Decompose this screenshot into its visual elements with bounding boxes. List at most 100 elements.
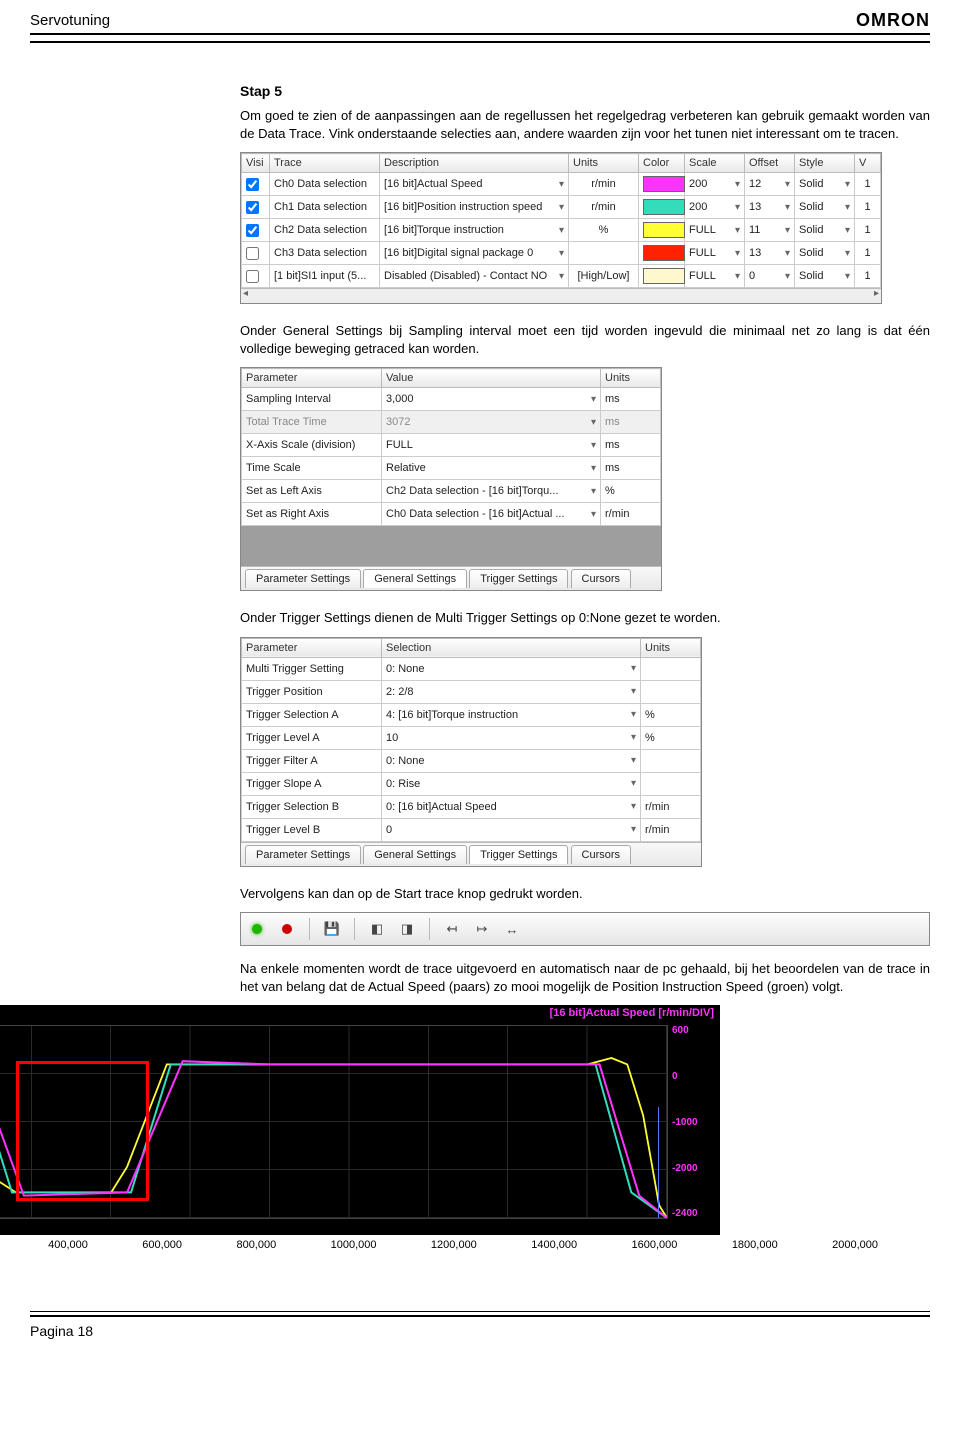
col-v[interactable]: V — [855, 154, 881, 173]
tab-cursors[interactable]: Cursors — [571, 569, 632, 588]
cursor-left-icon[interactable]: ↤ — [442, 919, 462, 939]
value-cell[interactable]: 3,000▾ — [382, 388, 601, 411]
col-scale[interactable]: Scale — [685, 154, 745, 173]
style-cell[interactable]: Solid▾ — [795, 196, 855, 219]
chart-cursor-right[interactable] — [658, 1107, 659, 1218]
color-cell[interactable] — [639, 196, 685, 219]
table-row[interactable]: Time ScaleRelative▾ms — [242, 457, 661, 480]
tab2-param-settings[interactable]: Parameter Settings — [245, 845, 361, 864]
desc-cell[interactable]: Disabled (Disabled) - Contact NO▾ — [380, 265, 569, 288]
value-cell[interactable]: 3072▾ — [382, 411, 601, 434]
gs-value[interactable]: Value — [382, 369, 601, 388]
scale-cell[interactable]: FULL▾ — [685, 219, 745, 242]
horizontal-scrollbar[interactable] — [241, 288, 881, 303]
table-row[interactable]: Trigger Level A10▾% — [242, 726, 701, 749]
ts-sel[interactable]: Selection — [382, 638, 641, 657]
sel-cell[interactable]: 0: None▾ — [382, 657, 641, 680]
table-row[interactable]: Ch3 Data selection[16 bit]Digital signal… — [242, 242, 881, 265]
tab2-trigger-settings[interactable]: Trigger Settings — [469, 845, 568, 864]
color-cell[interactable] — [639, 173, 685, 196]
stop-trace-button[interactable] — [277, 919, 297, 939]
offset-cell[interactable]: 12▾ — [745, 173, 795, 196]
page-number: Pagina 18 — [30, 1323, 930, 1339]
tab-trigger-settings[interactable]: Trigger Settings — [469, 569, 568, 588]
style-cell[interactable]: Solid▾ — [795, 265, 855, 288]
sel-cell[interactable]: 0: None▾ — [382, 749, 641, 772]
sel-cell[interactable]: 0▾ — [382, 818, 641, 841]
offset-cell[interactable]: 13▾ — [745, 242, 795, 265]
offset-cell[interactable]: 11▾ — [745, 219, 795, 242]
sel-cell[interactable]: 10▾ — [382, 726, 641, 749]
table-row[interactable]: X-Axis Scale (division)FULL▾ms — [242, 434, 661, 457]
col-offset[interactable]: Offset — [745, 154, 795, 173]
table-row[interactable]: Sampling Interval3,000▾ms — [242, 388, 661, 411]
offset-cell[interactable]: 0▾ — [745, 265, 795, 288]
sel-cell[interactable]: 0: [16 bit]Actual Speed▾ — [382, 795, 641, 818]
tool-a-icon[interactable]: ◧ — [367, 919, 387, 939]
col-desc[interactable]: Description — [380, 154, 569, 173]
scale-cell[interactable]: FULL▾ — [685, 242, 745, 265]
sel-cell[interactable]: 4: [16 bit]Torque instruction▾ — [382, 703, 641, 726]
value-cell[interactable]: FULL▾ — [382, 434, 601, 457]
col-visi[interactable]: Visi — [242, 154, 270, 173]
style-cell[interactable]: Solid▾ — [795, 242, 855, 265]
tab-param-settings[interactable]: Parameter Settings — [245, 569, 361, 588]
col-color[interactable]: Color — [639, 154, 685, 173]
sel-cell[interactable]: 0: Rise▾ — [382, 772, 641, 795]
style-cell[interactable]: Solid▾ — [795, 173, 855, 196]
ts-param[interactable]: Parameter — [242, 638, 382, 657]
param-cell: Total Trace Time — [242, 411, 382, 434]
tab-general-settings[interactable]: General Settings — [363, 569, 467, 588]
table-row[interactable]: Trigger Position2: 2/8▾ — [242, 680, 701, 703]
table-row[interactable]: Ch0 Data selection[16 bit]Actual Speed▾r… — [242, 173, 881, 196]
table-row[interactable]: Trigger Level B0▾r/min — [242, 818, 701, 841]
table-row[interactable]: Trigger Selection B0: [16 bit]Actual Spe… — [242, 795, 701, 818]
table-row[interactable]: [1 bit]SI1 input (5...Disabled (Disabled… — [242, 265, 881, 288]
general-tabbar: Parameter Settings General Settings Trig… — [241, 566, 661, 590]
start-trace-button[interactable] — [247, 919, 267, 939]
visi-checkbox[interactable] — [242, 265, 270, 288]
save-button[interactable]: 💾 — [322, 919, 342, 939]
sel-cell[interactable]: 2: 2/8▾ — [382, 680, 641, 703]
color-cell[interactable] — [639, 219, 685, 242]
offset-cell[interactable]: 13▾ — [745, 196, 795, 219]
table-row[interactable]: Trigger Slope A0: Rise▾ — [242, 772, 701, 795]
desc-cell[interactable]: [16 bit]Torque instruction▾ — [380, 219, 569, 242]
table-row[interactable]: Total Trace Time3072▾ms — [242, 411, 661, 434]
scale-cell[interactable]: 200▾ — [685, 173, 745, 196]
value-cell[interactable]: Ch0 Data selection - [16 bit]Actual ...▾ — [382, 503, 601, 526]
table-row[interactable]: Ch1 Data selection[16 bit]Position instr… — [242, 196, 881, 219]
col-trace[interactable]: Trace — [270, 154, 380, 173]
chart-plot-area[interactable] — [0, 1025, 668, 1219]
table-row[interactable]: Trigger Filter A0: None▾ — [242, 749, 701, 772]
desc-cell[interactable]: [16 bit]Digital signal package 0▾ — [380, 242, 569, 265]
col-style[interactable]: Style — [795, 154, 855, 173]
cursor-both-icon[interactable]: ↔ — [502, 919, 522, 939]
color-cell[interactable] — [639, 265, 685, 288]
value-cell[interactable]: Relative▾ — [382, 457, 601, 480]
ts-units[interactable]: Units — [641, 638, 701, 657]
value-cell[interactable]: Ch2 Data selection - [16 bit]Torqu...▾ — [382, 480, 601, 503]
desc-cell[interactable]: [16 bit]Position instruction speed▾ — [380, 196, 569, 219]
gs-units[interactable]: Units — [601, 369, 661, 388]
scale-cell[interactable]: 200▾ — [685, 196, 745, 219]
table-row[interactable]: Set as Right AxisCh0 Data selection - [1… — [242, 503, 661, 526]
scale-cell[interactable]: FULL▾ — [685, 265, 745, 288]
style-cell[interactable]: Solid▾ — [795, 219, 855, 242]
tab2-cursors[interactable]: Cursors — [571, 845, 632, 864]
table-row[interactable]: Multi Trigger Setting0: None▾ — [242, 657, 701, 680]
visi-checkbox[interactable] — [242, 173, 270, 196]
tool-b-icon[interactable]: ◨ — [397, 919, 417, 939]
visi-checkbox[interactable] — [242, 219, 270, 242]
table-row[interactable]: Set as Left AxisCh2 Data selection - [16… — [242, 480, 661, 503]
tab2-general-settings[interactable]: General Settings — [363, 845, 467, 864]
table-row[interactable]: Ch2 Data selection[16 bit]Torque instruc… — [242, 219, 881, 242]
visi-checkbox[interactable] — [242, 196, 270, 219]
gs-param[interactable]: Parameter — [242, 369, 382, 388]
color-cell[interactable] — [639, 242, 685, 265]
table-row[interactable]: Trigger Selection A4: [16 bit]Torque ins… — [242, 703, 701, 726]
cursor-right-icon[interactable]: ↦ — [472, 919, 492, 939]
visi-checkbox[interactable] — [242, 242, 270, 265]
col-units[interactable]: Units — [569, 154, 639, 173]
desc-cell[interactable]: [16 bit]Actual Speed▾ — [380, 173, 569, 196]
